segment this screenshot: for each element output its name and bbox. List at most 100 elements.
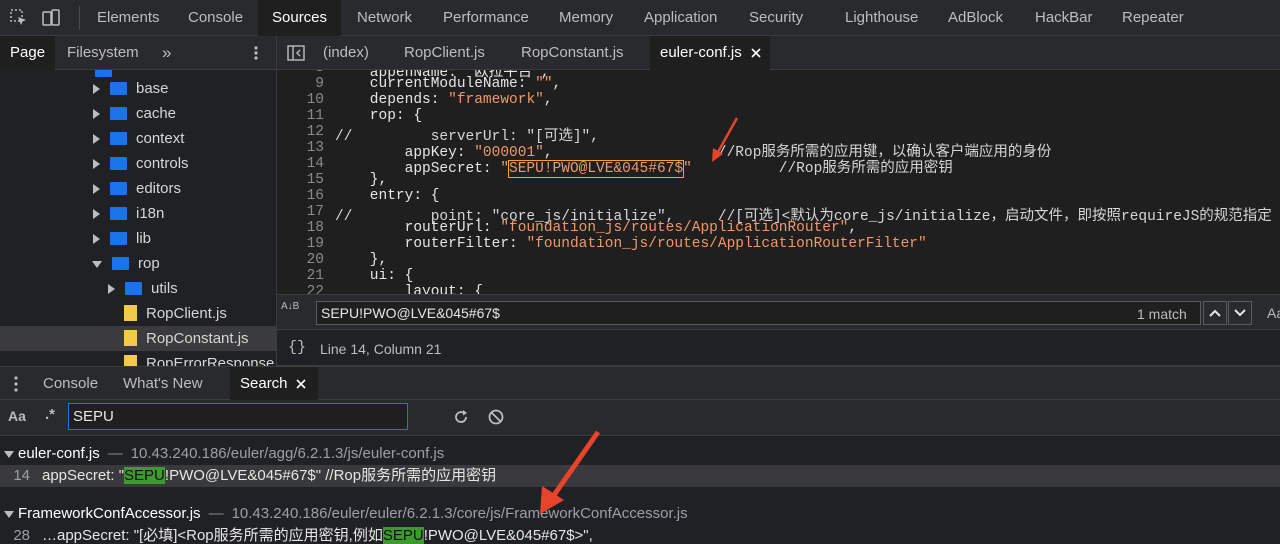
tree-item-utils[interactable]: utils bbox=[0, 276, 276, 301]
drawer-tabbar: Console What's New Search bbox=[0, 366, 1280, 401]
pretty-print-icon[interactable]: {} bbox=[288, 339, 306, 356]
tree-item-context[interactable]: context bbox=[0, 126, 276, 151]
tree-item-cache[interactable]: cache bbox=[0, 101, 276, 126]
line-number: 19 bbox=[306, 236, 324, 252]
match-case-icon[interactable]: A↓B bbox=[281, 301, 305, 312]
editor-tab-ropclient[interactable]: RopClient.js bbox=[404, 36, 485, 70]
editor-tab-label: euler-conf.js bbox=[660, 44, 742, 61]
annotation-arrow-icon bbox=[712, 117, 739, 162]
tab-lighthouse[interactable]: Lighthouse bbox=[845, 0, 918, 36]
result-line-number: 28 bbox=[13, 527, 30, 544]
js-file-icon bbox=[124, 330, 137, 347]
match-case-button[interactable]: Aa bbox=[8, 408, 26, 424]
expand-arrow-icon[interactable] bbox=[93, 159, 100, 170]
string-token: "foundation_js/routes/ApplicationRouter" bbox=[500, 220, 849, 236]
tree-item-ropconstant[interactable]: RopConstant.js bbox=[0, 326, 276, 351]
result-match-highlight: SEPU bbox=[124, 467, 165, 484]
tree-item-ropclient[interactable]: RopClient.js bbox=[0, 301, 276, 326]
result-file-name: euler-conf.js bbox=[18, 445, 100, 462]
editor-status-bar: {} Line 14, Column 21 bbox=[277, 330, 1280, 366]
navigator-tab-page[interactable]: Page bbox=[0, 36, 56, 70]
tree-item-base[interactable]: base bbox=[0, 76, 276, 101]
result-line[interactable]: 14 appSecret: "SEPU!PWO@LVE&045#67$" //Ro… bbox=[0, 465, 1280, 487]
separator: — bbox=[107, 445, 123, 462]
clear-icon[interactable] bbox=[487, 408, 505, 426]
collapse-arrow-icon[interactable] bbox=[4, 450, 14, 458]
expand-arrow-icon[interactable] bbox=[93, 134, 100, 145]
regex-button[interactable]: .* bbox=[45, 406, 55, 423]
tree-item-label: utils bbox=[151, 280, 178, 297]
folder-icon bbox=[110, 131, 127, 145]
collapse-arrow-icon[interactable] bbox=[4, 510, 14, 518]
result-text: …appSecret: "[必填]<Rop服务所需的应用密钥,例如 bbox=[42, 527, 383, 544]
sources-subtoolbar: Page Filesystem » (index) RopClient.js R… bbox=[0, 36, 1280, 70]
close-tab-icon[interactable] bbox=[751, 48, 761, 58]
expand-arrow-icon[interactable] bbox=[93, 209, 100, 220]
tab-repeater[interactable]: Repeater bbox=[1122, 0, 1184, 36]
find-match-highlight: SEPU!PWO@LVE&045#67$ bbox=[508, 160, 685, 178]
navigator-tab-filesystem[interactable]: Filesystem bbox=[67, 36, 139, 70]
tree-item-controls[interactable]: controls bbox=[0, 151, 276, 176]
annotation-arrow-icon bbox=[540, 430, 601, 514]
find-option-partial[interactable]: Aa bbox=[1267, 305, 1280, 321]
search-input[interactable]: SEPU bbox=[68, 403, 408, 430]
tree-item-editors[interactable]: editors bbox=[0, 176, 276, 201]
toolbar-divider bbox=[79, 6, 80, 30]
refresh-icon[interactable] bbox=[452, 408, 470, 426]
result-file-path: 10.43.240.186/euler/agg/6.2.1.3/js/euler… bbox=[130, 445, 445, 462]
file-tree: base cache context controls editors i18n… bbox=[0, 70, 276, 366]
code-line: }, bbox=[335, 252, 388, 268]
collapse-arrow-icon[interactable] bbox=[92, 260, 102, 268]
tab-performance[interactable]: Performance bbox=[443, 0, 529, 36]
expand-arrow-icon[interactable] bbox=[93, 184, 100, 195]
devtools-main-toolbar: Elements Console Sources Network Perform… bbox=[0, 0, 1280, 36]
tab-security[interactable]: Security bbox=[749, 0, 803, 36]
result-line[interactable]: 28 …appSecret: "[必填]<Rop服务所需的应用密钥,例如SEPU!… bbox=[0, 525, 593, 544]
tab-network[interactable]: Network bbox=[357, 0, 412, 36]
next-match-button[interactable] bbox=[1228, 301, 1252, 325]
tab-application[interactable]: Application bbox=[644, 0, 717, 36]
drawer-tab-console[interactable]: Console bbox=[43, 367, 98, 401]
editor-tab-index[interactable]: (index) bbox=[323, 36, 369, 70]
tree-item-i18n[interactable]: i18n bbox=[0, 201, 276, 226]
tab-elements[interactable]: Elements bbox=[97, 0, 160, 36]
drawer-tab-label: Search bbox=[240, 375, 288, 392]
result-file-header[interactable]: euler-conf.js — 10.43.240.186/euler/agg/6.… bbox=[0, 443, 444, 465]
code-line: ui: { bbox=[335, 268, 414, 284]
tree-item-lib[interactable]: lib bbox=[0, 226, 276, 251]
device-toolbar-icon[interactable] bbox=[41, 8, 61, 28]
line-number: 12 bbox=[306, 124, 324, 140]
string-token: "foundation_js/routes/ApplicationRouterF… bbox=[526, 236, 927, 252]
tab-memory[interactable]: Memory bbox=[559, 0, 613, 36]
close-drawer-tab-icon[interactable] bbox=[296, 379, 306, 389]
result-text: !PWO@LVE&045#67$" //Rop服务所需的应用密钥 bbox=[164, 467, 497, 484]
tab-adblock[interactable]: AdBlock bbox=[948, 0, 1003, 36]
inspect-element-icon[interactable] bbox=[9, 8, 29, 28]
drawer-tab-whats-new[interactable]: What's New bbox=[123, 367, 203, 401]
tab-hackbar[interactable]: HackBar bbox=[1035, 0, 1093, 36]
expand-arrow-icon[interactable] bbox=[93, 109, 100, 120]
expand-arrow-icon[interactable] bbox=[93, 234, 100, 245]
previous-match-button[interactable] bbox=[1203, 301, 1227, 325]
tree-item-roperrorresponse[interactable]: RopErrorResponse bbox=[0, 351, 276, 366]
tree-item-rop[interactable]: rop bbox=[0, 251, 276, 276]
find-input[interactable]: SEPU!PWO@LVE&045#67$ bbox=[316, 301, 1201, 325]
tree-item-label: editors bbox=[136, 180, 182, 197]
editor-tab-ropconstant[interactable]: RopConstant.js bbox=[521, 36, 624, 70]
code-token: routerUrl: bbox=[335, 220, 501, 236]
result-match-highlight: SEPU bbox=[382, 527, 424, 544]
tree-item-label: RopClient.js bbox=[146, 305, 227, 322]
drawer-menu-icon[interactable] bbox=[13, 375, 19, 393]
find-bar: A↓B SEPU!PWO@LVE&045#67$ 1 match Aa bbox=[277, 294, 1280, 330]
code-line: routerFilter: "foundation_js/routes/Appl… bbox=[335, 236, 927, 252]
more-options-icon[interactable] bbox=[251, 45, 261, 61]
code-editor[interactable]: 8 appenName: "欧拉平台", 9 currentModuleName… bbox=[277, 70, 1280, 294]
toggle-navigator-icon[interactable] bbox=[287, 45, 305, 61]
more-tabs-chevron-icon[interactable]: » bbox=[162, 36, 171, 70]
tab-sources[interactable]: Sources bbox=[258, 0, 342, 36]
expand-arrow-icon[interactable] bbox=[93, 84, 100, 95]
expand-arrow-icon[interactable] bbox=[108, 284, 115, 295]
tab-console[interactable]: Console bbox=[188, 0, 243, 36]
line-number: 10 bbox=[306, 92, 324, 108]
tree-item-label: rop bbox=[138, 255, 160, 272]
